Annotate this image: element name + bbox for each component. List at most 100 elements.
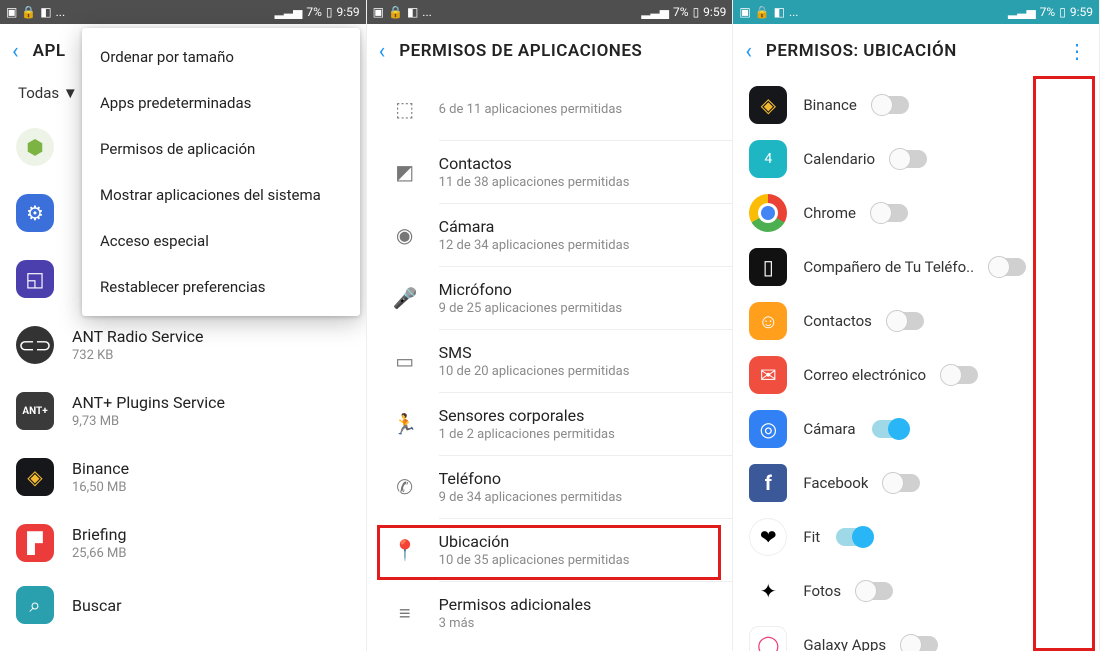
- permission-toggle[interactable]: [836, 528, 872, 546]
- permission-row[interactable]: ◉ Cámara 12 de 34 aplicaciones permitida…: [367, 204, 733, 266]
- permission-row[interactable]: 🎤 Micrófono 9 de 25 aplicaciones permiti…: [367, 267, 733, 329]
- app-row[interactable]: ◈ Binance 16,50 MB: [0, 444, 366, 510]
- app-name: Galaxy Apps: [803, 636, 886, 651]
- permission-toggle[interactable]: [902, 636, 938, 651]
- status-icon: ◧: [40, 5, 51, 19]
- menu-show-system[interactable]: Mostrar aplicaciones del sistema: [82, 172, 360, 218]
- app-name: Binance: [803, 96, 857, 114]
- battery-pct: 7%: [306, 5, 322, 19]
- permission-name: Teléfono: [439, 469, 717, 488]
- permission-toggle[interactable]: [857, 582, 893, 600]
- app-icon: ⌕: [16, 586, 54, 624]
- status-icon: ...: [56, 5, 66, 19]
- menu-app-permissions[interactable]: Permisos de aplicación: [82, 126, 360, 172]
- app-icon: ANT+: [16, 392, 54, 430]
- status-icon: ◧: [774, 5, 785, 19]
- status-icon: 🔒: [21, 5, 36, 19]
- app-permission-row[interactable]: ◈ Binance: [733, 78, 1099, 132]
- app-permission-row[interactable]: ✦ Fotos: [733, 564, 1099, 618]
- status-icon: ▣: [373, 5, 384, 19]
- app-name: ANT+ Plugins Service: [72, 393, 350, 412]
- panel-apps: ▣ 🔒 ◧ ... ▂▃▅ 7% ▯ 9:59 ‹ APL Todas ▼ ⬢ …: [0, 0, 367, 651]
- app-icon: ▯: [749, 248, 787, 286]
- app-size: 732 KB: [72, 348, 350, 363]
- permission-icon: ⬚: [393, 97, 417, 121]
- permission-row[interactable]: ✆ Teléfono 9 de 34 aplicaciones permitid…: [367, 456, 733, 518]
- permission-row[interactable]: ▭ SMS 10 de 20 aplicaciones permitidas: [367, 330, 733, 392]
- chevron-down-icon: ▼: [63, 84, 78, 102]
- app-permission-row[interactable]: ❤ Fit: [733, 510, 1099, 564]
- app-size: 9,73 MB: [72, 414, 350, 429]
- status-icon: ▣: [6, 5, 17, 19]
- permission-toggle[interactable]: [872, 204, 908, 222]
- app-permission-row[interactable]: ◎ Cámara: [733, 402, 1099, 456]
- permission-toggle[interactable]: [873, 96, 909, 114]
- app-icon: f: [749, 464, 787, 502]
- permission-row[interactable]: ≡ Permisos adicionales 3 más: [367, 582, 733, 644]
- app-size: 25,66 MB: [72, 546, 350, 561]
- app-permission-row[interactable]: ◯ Galaxy Apps: [733, 618, 1099, 651]
- permission-name: Ubicación: [439, 532, 717, 551]
- back-icon[interactable]: ‹: [379, 39, 386, 64]
- back-icon[interactable]: ‹: [745, 39, 752, 64]
- app-row[interactable]: ⌕ Buscar: [0, 576, 366, 642]
- app-icon: ❤: [749, 518, 787, 556]
- app-permission-row[interactable]: ✉ Correo electrónico: [733, 348, 1099, 402]
- menu-default-apps[interactable]: Apps predeterminadas: [82, 80, 360, 126]
- menu-sort-by-size[interactable]: Ordenar por tamaño: [82, 34, 360, 80]
- more-menu-icon[interactable]: ⋮: [1067, 39, 1087, 63]
- permission-toggle[interactable]: [872, 420, 908, 438]
- status-icon: 🔒: [388, 5, 403, 19]
- app-permission-row[interactable]: ▯ Compañero de Tu Teléfo..: [733, 240, 1099, 294]
- permission-icon: 📍: [393, 538, 417, 562]
- permission-toggle[interactable]: [884, 474, 920, 492]
- clock: 9:59: [703, 5, 726, 19]
- app-name: Fotos: [803, 582, 841, 600]
- app-row[interactable]: ⊂⊃ ANT Radio Service 732 KB: [0, 312, 366, 378]
- permission-icon: ✆: [393, 475, 417, 499]
- app-permission-row[interactable]: f Facebook: [733, 456, 1099, 510]
- app-icon: 4: [749, 140, 787, 178]
- app-permission-row[interactable]: ☺ Contactos: [733, 294, 1099, 348]
- app-icon: ✉: [749, 356, 787, 394]
- menu-special-access[interactable]: Acceso especial: [82, 218, 360, 264]
- status-icon: ▣: [739, 5, 750, 19]
- battery-icon: ▯: [693, 5, 700, 19]
- app-row[interactable]: ANT+ ANT+ Plugins Service 9,73 MB: [0, 378, 366, 444]
- app-name: ANT Radio Service: [72, 327, 350, 346]
- permission-sub: 1 de 2 aplicaciones permitidas: [439, 427, 717, 442]
- permission-toggle[interactable]: [888, 312, 924, 330]
- app-permission-row[interactable]: 4 Calendario: [733, 132, 1099, 186]
- permission-toggle[interactable]: [891, 150, 927, 168]
- app-permission-row[interactable]: Chrome: [733, 186, 1099, 240]
- header: ‹ PERMISOS DE APLICACIONES: [367, 24, 733, 78]
- permission-sub: 10 de 20 aplicaciones permitidas: [439, 364, 717, 379]
- permission-sub: 9 de 25 aplicaciones permitidas: [439, 301, 717, 316]
- app-name: Binance: [72, 459, 350, 478]
- app-name: Correo electrónico: [803, 366, 926, 384]
- permission-row[interactable]: ◩ Contactos 11 de 38 aplicaciones permit…: [367, 141, 733, 203]
- status-bar: ▣ 🔒 ◧ ... ▂▃▅ 7% ▯ 9:59: [733, 0, 1099, 24]
- app-icon: ⊂⊃: [16, 326, 54, 364]
- app-row[interactable]: ▛ Briefing 25,66 MB: [0, 510, 366, 576]
- app-icon: ◈: [749, 86, 787, 124]
- permission-toggle[interactable]: [942, 366, 978, 384]
- battery-icon: ▯: [1059, 5, 1066, 19]
- app-icon: ▛: [16, 524, 54, 562]
- battery-icon: ▯: [326, 5, 333, 19]
- permission-sub: 6 de 11 aplicaciones permitidas: [439, 102, 717, 117]
- status-icon: 🔒: [755, 5, 770, 19]
- permission-row[interactable]: 📍 Ubicación 10 de 35 aplicaciones permit…: [367, 519, 733, 581]
- app-icon: ◈: [16, 458, 54, 496]
- status-bar: ▣ 🔒 ◧ ... ▂▃▅ 7% ▯ 9:59: [367, 0, 733, 24]
- app-size: 16,50 MB: [72, 480, 350, 495]
- permission-row[interactable]: 🏃 Sensores corporales 1 de 2 aplicacione…: [367, 393, 733, 455]
- app-icon: ◎: [749, 410, 787, 448]
- panel-location-permission: ▣ 🔒 ◧ ... ▂▃▅ 7% ▯ 9:59 ‹ PERMISOS: UBIC…: [733, 0, 1100, 651]
- permission-toggle[interactable]: [990, 258, 1026, 276]
- menu-reset-prefs[interactable]: Restablecer preferencias: [82, 264, 360, 310]
- permission-row[interactable]: ⬚ 6 de 11 aplicaciones permitidas: [367, 78, 733, 140]
- status-icon: ...: [789, 5, 799, 19]
- battery-pct: 7%: [1040, 5, 1056, 19]
- back-icon[interactable]: ‹: [12, 39, 19, 64]
